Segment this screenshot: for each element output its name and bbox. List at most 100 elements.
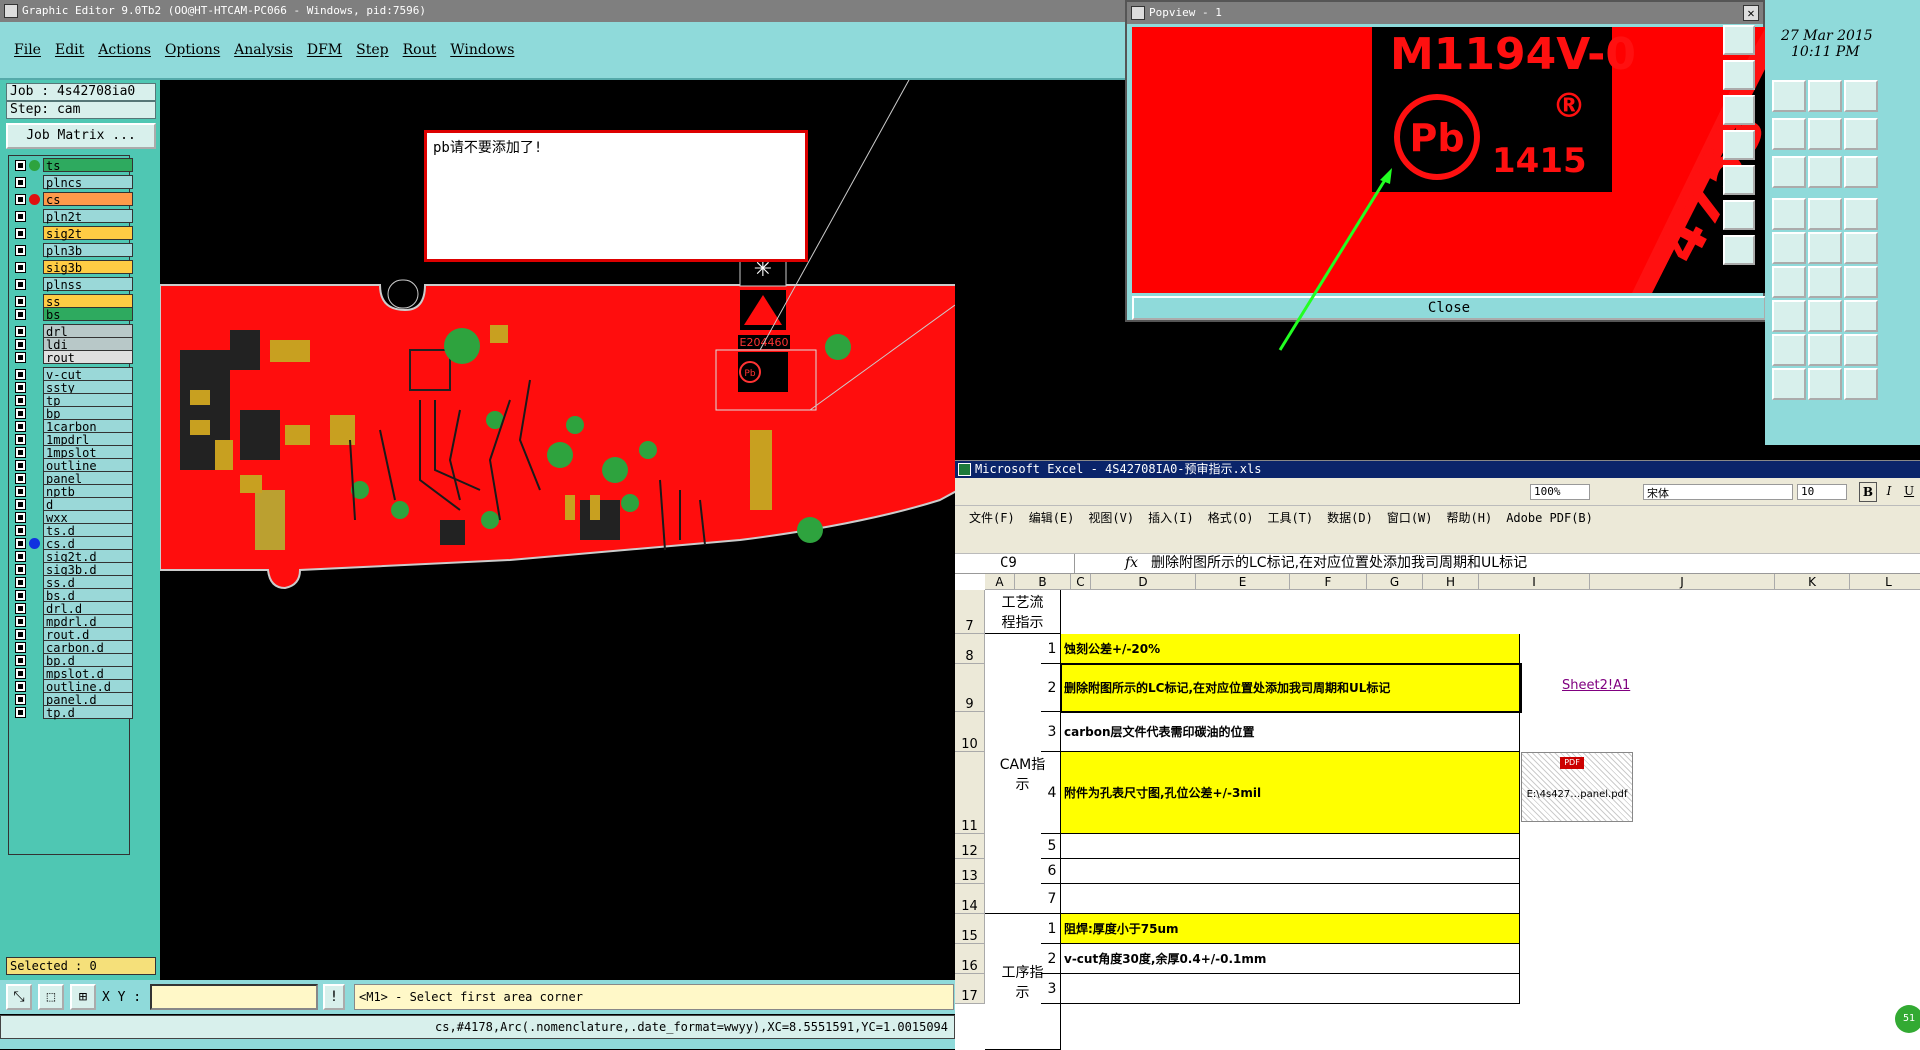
command-line[interactable]: cs,#4178,Arc(.nomenclature,.date_format=… [0, 1015, 955, 1039]
excel-menu-item[interactable]: 格式(O) [1208, 506, 1254, 530]
layer-row-6[interactable]: sig3b [13, 260, 133, 275]
tool-button-6-2[interactable] [1844, 300, 1878, 332]
menu-options[interactable]: Options [165, 42, 220, 58]
tool-button-8-2[interactable] [1844, 368, 1878, 400]
layer-checkbox[interactable] [15, 228, 26, 239]
pdf-attachment[interactable]: PDF E:\4s427…panel.pdf [1521, 752, 1633, 822]
layer-row-1[interactable]: plncs [13, 175, 133, 190]
layer-row-20[interactable]: outline [13, 458, 133, 473]
layer-row-31[interactable]: drl.d [13, 601, 133, 616]
layer-label[interactable]: rout [43, 350, 133, 365]
tool-button-6-1[interactable] [1808, 300, 1842, 332]
layer-checkbox[interactable] [15, 395, 26, 406]
row-header[interactable]: 16 [955, 944, 985, 974]
tool-button-3-1[interactable] [1808, 198, 1842, 230]
menu-edit[interactable]: Edit [55, 42, 84, 58]
layer-checkbox[interactable] [15, 369, 26, 380]
layer-label[interactable]: bs.d [43, 588, 133, 603]
tool-button-5-2[interactable] [1844, 266, 1878, 298]
layer-label[interactable]: bs [43, 307, 133, 322]
layer-label[interactable]: sig3b.d [43, 562, 133, 577]
layer-label[interactable]: mpslot.d [43, 666, 133, 681]
tool-button-2-1[interactable] [1808, 156, 1842, 188]
instruction-cell[interactable] [1061, 834, 1520, 859]
layer-row-24[interactable]: wxx [13, 510, 133, 525]
popview-close-icon[interactable]: ✕ [1743, 5, 1759, 21]
layer-label[interactable]: outline.d [43, 679, 133, 694]
layer-label[interactable]: sig2t [43, 226, 133, 241]
layer-row-19[interactable]: 1mpslot [13, 445, 133, 460]
layer-row-22[interactable]: nptb [13, 484, 133, 499]
layer-label[interactable]: pln3b [43, 243, 133, 258]
layer-checkbox[interactable] [15, 447, 26, 458]
menu-file[interactable]: File [14, 42, 41, 58]
layer-checkbox[interactable] [15, 642, 26, 653]
column-header[interactable]: A [985, 574, 1015, 590]
layer-checkbox[interactable] [15, 538, 26, 549]
tool-button-4-2[interactable] [1844, 232, 1878, 264]
layer-checkbox[interactable] [15, 262, 26, 273]
row-header[interactable]: 12 [955, 834, 985, 859]
menu-windows[interactable]: Windows [450, 42, 514, 58]
layer-row-21[interactable]: panel [13, 471, 133, 486]
layer-row-13[interactable]: v-cut [13, 367, 133, 382]
pv-tool-2[interactable] [1723, 60, 1755, 90]
layer-checkbox[interactable] [15, 421, 26, 432]
layer-checkbox[interactable] [15, 382, 26, 393]
row-header[interactable]: 14 [955, 884, 985, 914]
layer-row-17[interactable]: 1carbon [13, 419, 133, 434]
layer-checkbox[interactable] [15, 296, 26, 307]
job-matrix-button[interactable]: Job Matrix ... [6, 123, 156, 149]
tool-button-7-2[interactable] [1844, 334, 1878, 366]
tool-button-4-1[interactable] [1808, 232, 1842, 264]
layer-label[interactable]: pln2t [43, 209, 133, 224]
tool-button-5-1[interactable] [1808, 266, 1842, 298]
layer-label[interactable]: v-cut [43, 367, 133, 382]
xy-input[interactable] [150, 984, 318, 1010]
layer-row-16[interactable]: bp [13, 406, 133, 421]
column-header[interactable]: H [1423, 574, 1479, 590]
pv-tool-1[interactable] [1723, 25, 1755, 55]
row-header[interactable]: 15 [955, 914, 985, 944]
layer-label[interactable]: ts [43, 158, 133, 173]
layer-checkbox[interactable] [15, 326, 26, 337]
excel-menu-item[interactable]: 数据(D) [1327, 506, 1373, 530]
layer-row-37[interactable]: outline.d [13, 679, 133, 694]
layer-row-30[interactable]: bs.d [13, 588, 133, 603]
layer-checkbox[interactable] [15, 460, 26, 471]
excel-menu-item[interactable]: 插入(I) [1148, 506, 1194, 530]
row-header[interactable]: 11 [955, 752, 985, 834]
layer-checkbox[interactable] [15, 629, 26, 640]
pv-tool-6[interactable] [1723, 200, 1755, 230]
font-size-select[interactable]: 10 [1797, 484, 1847, 500]
tool-button-7-1[interactable] [1808, 334, 1842, 366]
italic-button[interactable]: I [1881, 482, 1897, 502]
layer-label[interactable]: wxx [43, 510, 133, 525]
layer-label[interactable]: mpdrl.d [43, 614, 133, 629]
zoom-fit-button[interactable]: ⤡ [6, 984, 32, 1010]
tool-button-0-0[interactable] [1772, 80, 1806, 112]
layer-label[interactable]: sig2t.d [43, 549, 133, 564]
tray-badge[interactable]: 51 [1895, 1005, 1920, 1033]
zoom-area-button[interactable]: ⬚ [38, 984, 64, 1010]
column-header[interactable]: C [1071, 574, 1091, 590]
tool-button-5-0[interactable] [1772, 266, 1806, 298]
layer-row-29[interactable]: ss.d [13, 575, 133, 590]
formula-content[interactable]: 删除附图所示的LC标记,在对应位置处添加我司周期和UL标记 [1151, 554, 1527, 572]
layer-checkbox[interactable] [15, 577, 26, 588]
name-box[interactable]: C9 [955, 554, 1075, 573]
instruction-cell[interactable] [1061, 859, 1520, 884]
layer-checkbox[interactable] [15, 603, 26, 614]
sheet-link[interactable]: Sheet2!A1 [1562, 678, 1630, 693]
column-header[interactable]: B [1015, 574, 1071, 590]
layer-row-0[interactable]: ts [13, 158, 133, 173]
layer-checkbox[interactable] [15, 590, 26, 601]
layer-checkbox[interactable] [15, 499, 26, 510]
layer-label[interactable]: 1mpslot [43, 445, 133, 460]
tool-button-6-0[interactable] [1772, 300, 1806, 332]
menu-actions[interactable]: Actions [98, 42, 151, 58]
layer-checkbox[interactable] [15, 681, 26, 692]
layer-label[interactable]: ss.d [43, 575, 133, 590]
layer-label[interactable]: 1mpdrl [43, 432, 133, 447]
layer-row-25[interactable]: ts.d [13, 523, 133, 538]
